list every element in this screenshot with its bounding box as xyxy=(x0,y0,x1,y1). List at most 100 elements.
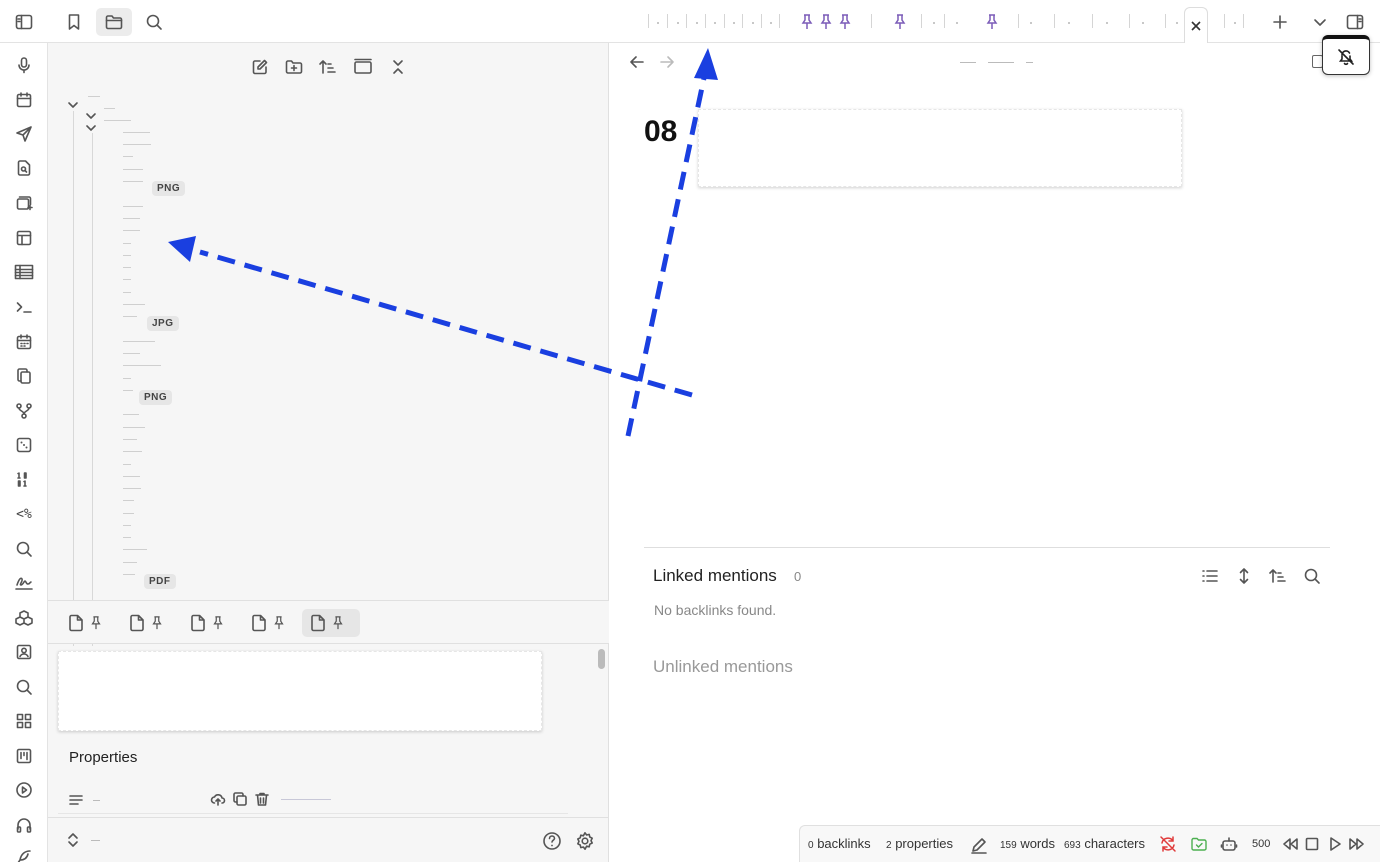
tree-item[interactable] xyxy=(123,537,131,538)
tree-item[interactable] xyxy=(104,120,131,121)
tree-item[interactable] xyxy=(123,365,161,366)
tree-item[interactable] xyxy=(123,525,131,526)
ribbon-voice-button[interactable] xyxy=(12,53,36,77)
pin-icon[interactable] xyxy=(839,14,851,30)
tab[interactable] xyxy=(933,22,935,24)
pinned-note[interactable] xyxy=(243,609,299,637)
tab[interactable] xyxy=(1030,22,1032,24)
tree-item[interactable] xyxy=(123,267,131,268)
tree-item[interactable] xyxy=(123,132,150,133)
sidebar-toggle-button[interactable] xyxy=(10,8,38,36)
robot-icon[interactable] xyxy=(1220,835,1238,853)
new-note-button[interactable] xyxy=(248,55,272,79)
ribbon-copy-button[interactable] xyxy=(12,364,36,388)
pinned-note[interactable] xyxy=(182,609,238,637)
help-icon[interactable] xyxy=(542,831,562,851)
tab[interactable] xyxy=(770,22,772,24)
vault-name[interactable] xyxy=(91,840,100,841)
tree-item[interactable] xyxy=(123,144,151,145)
tree-item[interactable] xyxy=(123,341,155,342)
ribbon-table-button[interactable] xyxy=(12,260,36,284)
expand-button[interactable] xyxy=(1232,564,1256,588)
upload-cloud-icon[interactable] xyxy=(210,791,226,807)
ribbon-graph-button[interactable] xyxy=(12,399,36,423)
file-explorer-button[interactable] xyxy=(96,8,132,36)
tab[interactable] xyxy=(714,22,716,24)
sort-backlinks-button[interactable] xyxy=(1266,564,1290,588)
ribbon-daily-note-button[interactable] xyxy=(12,88,36,112)
tree-item[interactable] xyxy=(123,500,134,501)
linked-mentions-title[interactable]: Linked mentions xyxy=(653,566,777,586)
tab[interactable] xyxy=(956,22,958,24)
rewind-icon[interactable] xyxy=(1281,835,1299,853)
property-value[interactable] xyxy=(281,799,331,800)
ribbon-file-search-button[interactable] xyxy=(12,156,36,180)
collapse-view-button[interactable] xyxy=(351,55,375,79)
stop-icon[interactable] xyxy=(1303,835,1321,853)
ribbon-layout-button[interactable] xyxy=(12,226,36,250)
new-tab-button[interactable] xyxy=(1266,8,1294,36)
properties-status[interactable]: 2 properties xyxy=(886,836,953,851)
tree-item[interactable] xyxy=(123,390,133,391)
tree-item[interactable] xyxy=(123,464,131,465)
tree-item[interactable] xyxy=(123,279,131,280)
tree-item[interactable] xyxy=(123,476,140,477)
pin-icon[interactable] xyxy=(801,14,813,30)
tree-item[interactable] xyxy=(104,108,115,109)
tab[interactable] xyxy=(1176,22,1178,24)
properties-scrollbar[interactable] xyxy=(598,649,605,669)
list-view-button[interactable] xyxy=(1198,564,1222,588)
tab[interactable] xyxy=(752,22,754,24)
tab-list-button[interactable] xyxy=(1306,8,1334,36)
ribbon-play-button[interactable] xyxy=(12,778,36,802)
tree-item[interactable] xyxy=(88,96,100,97)
play-icon[interactable] xyxy=(1326,835,1344,853)
ribbon-terminal-button[interactable] xyxy=(12,295,36,319)
tree-item[interactable] xyxy=(123,316,137,317)
ribbon-zoom-button[interactable] xyxy=(12,675,36,699)
ribbon-kanban-button[interactable] xyxy=(12,744,36,768)
tree-item[interactable] xyxy=(123,562,137,563)
tree-item[interactable] xyxy=(123,292,131,293)
right-sidebar-toggle-button[interactable] xyxy=(1341,8,1369,36)
search-backlinks-button[interactable] xyxy=(1300,564,1324,588)
tree-item[interactable] xyxy=(123,353,140,354)
tab[interactable] xyxy=(733,22,735,24)
ribbon-signature-button[interactable] xyxy=(12,571,36,595)
breadcrumb-item[interactable] xyxy=(960,62,976,63)
chevron-down-icon[interactable] xyxy=(67,99,79,111)
ribbon-grid-button[interactable] xyxy=(12,709,36,733)
tree-item[interactable] xyxy=(123,549,147,550)
tree-item[interactable] xyxy=(123,156,133,157)
pin-icon[interactable] xyxy=(986,14,998,30)
ribbon-calendar-button[interactable] xyxy=(12,330,36,354)
tree-item[interactable] xyxy=(123,304,145,305)
bookmarks-button[interactable] xyxy=(60,8,88,36)
folder-check-icon[interactable] xyxy=(1190,835,1208,853)
pinned-note[interactable] xyxy=(121,609,177,637)
document-title[interactable]: 08 xyxy=(644,115,677,149)
tab[interactable] xyxy=(677,22,679,24)
breadcrumb-item[interactable] xyxy=(988,62,1014,63)
tree-item[interactable] xyxy=(123,574,135,575)
pinned-note[interactable] xyxy=(60,609,116,637)
tree-item[interactable] xyxy=(123,181,143,182)
ribbon-blocks-button[interactable] xyxy=(12,606,36,630)
tab[interactable] xyxy=(657,22,659,24)
tree-item[interactable] xyxy=(123,427,145,428)
ribbon-binary-button[interactable] xyxy=(12,468,36,492)
collapse-all-button[interactable] xyxy=(386,55,410,79)
ribbon-contact-button[interactable] xyxy=(12,640,36,664)
search-button[interactable] xyxy=(140,8,168,36)
tab[interactable] xyxy=(1068,22,1070,24)
tree-item[interactable] xyxy=(123,451,142,452)
property-key[interactable] xyxy=(93,800,100,801)
tree-item[interactable] xyxy=(123,488,141,489)
trash-icon[interactable] xyxy=(254,791,270,807)
sync-error-icon[interactable] xyxy=(1159,835,1177,853)
backlinks-status[interactable]: 0 backlinks xyxy=(808,836,871,851)
tree-item[interactable] xyxy=(123,230,140,231)
pinned-note-active[interactable] xyxy=(302,609,360,637)
pin-icon[interactable] xyxy=(894,14,906,30)
tab[interactable] xyxy=(1106,22,1108,24)
